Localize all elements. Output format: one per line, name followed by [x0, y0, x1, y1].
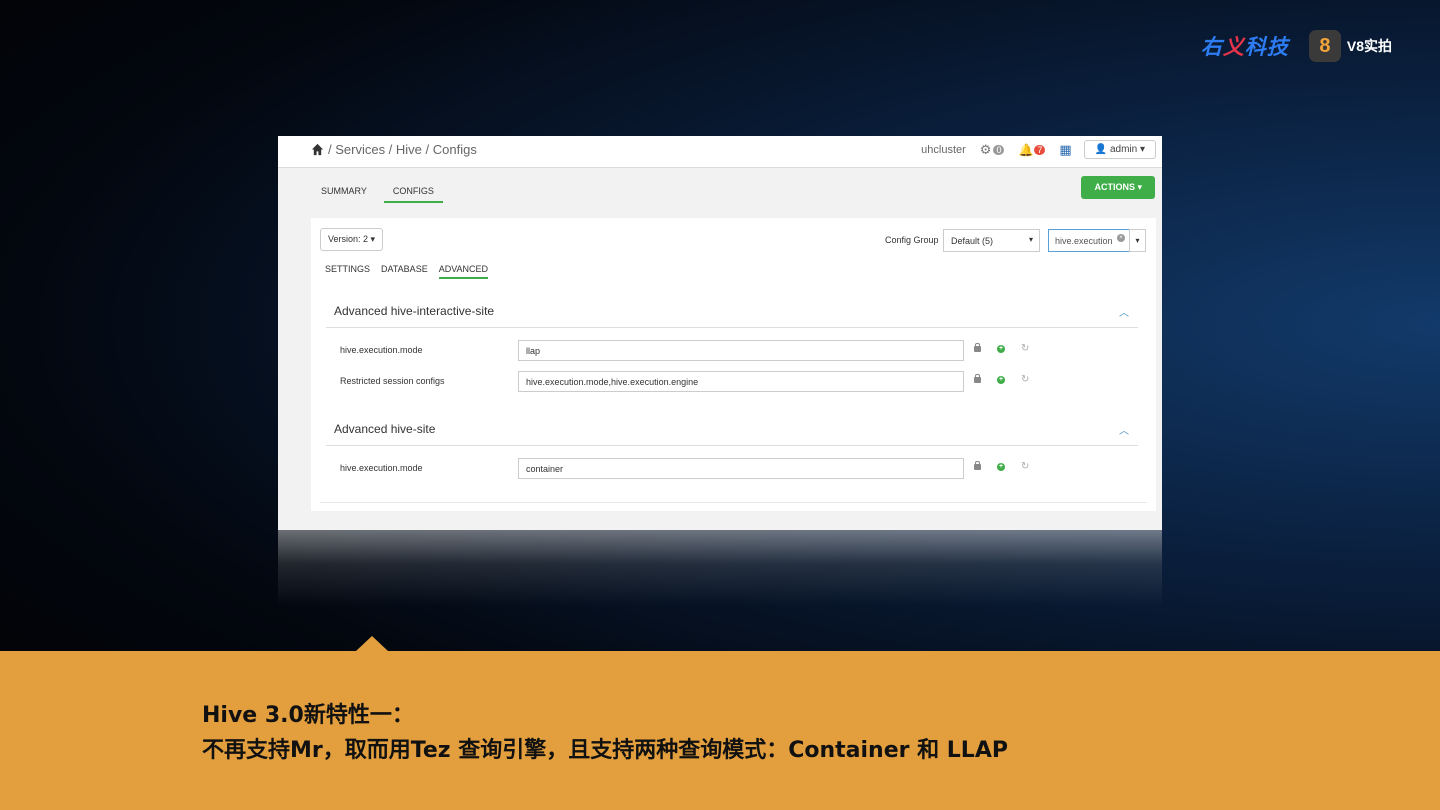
section-header-hive-interactive-site[interactable]: Advanced hive-interactive-site ︿ [326, 298, 1138, 328]
undo-icon[interactable]: ↻ [1021, 343, 1029, 354]
chevron-up-icon[interactable]: ︿ [1119, 304, 1129, 319]
v8-logo: 8 V8实拍 [1308, 30, 1392, 62]
cluster-name: uhcluster [921, 143, 966, 156]
tab-summary[interactable]: SUMMARY [318, 186, 370, 203]
gear-icon: ⚙ [979, 141, 992, 157]
top-right-controls: uhcluster ⚙ 0 🔔 7 ▦ 👤 admin ▾ [921, 140, 1156, 159]
section-header-hive-site[interactable]: Advanced hive-site ︿ [326, 416, 1138, 446]
alert-count: 7 [1034, 144, 1046, 155]
config-group-label: Config Group [885, 235, 939, 245]
breadcrumb-text[interactable]: / Services / Hive / Configs [328, 142, 477, 157]
brand-logo-part1: 右 [1200, 35, 1223, 59]
panel-divider [320, 502, 1147, 503]
brand-logo-part3: 科技 [1244, 35, 1289, 59]
undo-icon[interactable]: ↻ [1021, 461, 1029, 472]
caption-line2: 不再支持Mr，取而用Tez 查询引擎，且支持两种查询模式：Container 和… [202, 738, 1008, 763]
caption-line1: Hive 3.0新特性一： [202, 703, 414, 728]
bell-icon: 🔔 [1018, 142, 1034, 157]
tab-settings[interactable]: SETTINGS [325, 264, 370, 279]
config-row: Restricted session configs hive.executio… [340, 371, 1130, 393]
brand-area: 右义科技 8 V8实拍 [1201, 30, 1392, 62]
version-dropdown[interactable]: Version: 2 ▾ [320, 228, 384, 251]
undo-icon[interactable]: ↻ [1021, 374, 1029, 385]
breadcrumb: / Services / Hive / Configs [311, 142, 477, 157]
config-label: Restricted session configs [340, 376, 445, 386]
lock-icon[interactable] [974, 461, 981, 470]
background-ops[interactable]: ⚙ 0 [980, 142, 1005, 158]
section-title: Advanced hive-interactive-site [334, 304, 495, 318]
section-title: Advanced hive-site [334, 422, 436, 436]
v8-badge-icon: 8 [1308, 30, 1341, 62]
gear-count: 0 [993, 144, 1005, 155]
tab-advanced[interactable]: ADVANCED [438, 264, 489, 279]
tab-configs[interactable]: CONFIGS [383, 186, 443, 203]
lock-icon[interactable] [974, 343, 981, 352]
config-group-select[interactable]: Default (5) [943, 229, 1040, 252]
ambari-screenshot: / Services / Hive / Configs uhcluster ⚙ … [278, 136, 1162, 530]
override-plus-icon[interactable]: + [997, 376, 1005, 384]
override-plus-icon[interactable]: + [997, 345, 1005, 353]
config-value-input[interactable]: container [518, 458, 964, 479]
lock-icon[interactable] [974, 374, 981, 383]
config-row: hive.execution.mode llap + ↻ [340, 340, 1130, 362]
apps-grid-icon[interactable]: ▦ [1059, 142, 1071, 158]
config-tabs: SETTINGS DATABASE ADVANCED [325, 264, 489, 279]
clear-filter-icon[interactable]: × [1117, 234, 1125, 242]
user-menu-button[interactable]: 👤 admin ▾ [1083, 140, 1156, 159]
config-value-input[interactable]: llap [518, 340, 964, 361]
screenshot-reflection [278, 530, 1162, 606]
service-subnav: SUMMARY CONFIGS ACTIONS ▾ [278, 168, 1162, 212]
config-panel: Version: 2 ▾ Config Group Default (5) hi… [311, 218, 1156, 511]
actions-button[interactable]: ACTIONS ▾ [1081, 176, 1155, 199]
user-icon: 👤 [1094, 144, 1108, 155]
caption-pointer [356, 636, 388, 651]
config-label: hive.execution.mode [340, 345, 423, 355]
brand-logo-part2: 义 [1222, 35, 1245, 59]
top-bar: / Services / Hive / Configs uhcluster ⚙ … [278, 136, 1162, 168]
config-row: hive.execution.mode container + ↻ [340, 458, 1130, 480]
v8-text: V8实拍 [1346, 38, 1392, 54]
brand-logo: 右义科技 [1201, 31, 1289, 61]
chevron-up-icon[interactable]: ︿ [1119, 422, 1129, 437]
override-plus-icon[interactable]: + [997, 463, 1005, 471]
service-tabs: SUMMARY CONFIGS [318, 186, 443, 203]
tab-database[interactable]: DATABASE [381, 264, 428, 279]
user-button-label: admin ▾ [1109, 144, 1145, 155]
home-icon[interactable] [311, 143, 324, 156]
config-label: hive.execution.mode [340, 463, 423, 473]
caption-bar: Hive 3.0新特性一： 不再支持Mr，取而用Tez 查询引擎，且支持两种查询… [0, 651, 1440, 810]
filter-dropdown-button[interactable]: ▾ [1129, 229, 1146, 252]
alerts[interactable]: 🔔 7 [1018, 142, 1046, 157]
config-value-input[interactable]: hive.execution.mode,hive.execution.engin… [518, 371, 964, 392]
